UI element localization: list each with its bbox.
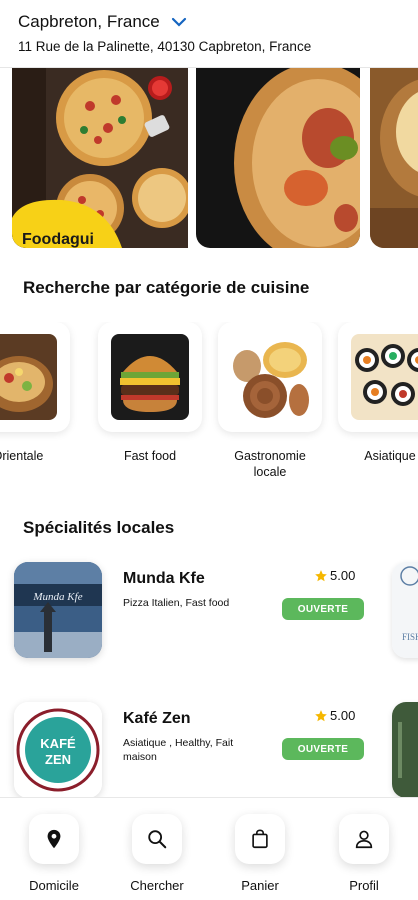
next-restaurant-peek[interactable]: [392, 702, 418, 798]
nav-item-domicile[interactable]: Domicile: [14, 814, 94, 893]
pizza-banner[interactable]: Foodagui: [12, 68, 188, 248]
location-header: Capbreton, France 11 Rue de la Palinette…: [0, 0, 418, 68]
category-card[interactable]: [98, 322, 202, 432]
nav-label[interactable]: Profil: [324, 878, 404, 893]
category-image: [231, 334, 309, 420]
pizza-banner-image: Foodagui: [12, 68, 188, 248]
nav-icon-button[interactable]: [132, 814, 182, 864]
banner-brand-text: Foodagui: [22, 231, 94, 248]
city-label[interactable]: Capbreton, France: [18, 12, 160, 32]
nav-label[interactable]: Domicile: [14, 878, 94, 893]
rating-value: 5.00: [330, 708, 356, 723]
restaurant-tags: Asiatique , Healthy, Fait maison: [123, 737, 234, 763]
chevron-down-icon[interactable]: [170, 13, 188, 31]
nav-label[interactable]: Panier: [220, 878, 300, 893]
category-image: [111, 334, 189, 420]
restaurant-rating: 5.00: [314, 708, 355, 723]
star-icon: [315, 709, 327, 721]
bottom-navigation: Domicile Chercher Panier Profil: [0, 797, 418, 900]
address-label: 11 Rue de la Palinette, 40130 Capbreton,…: [18, 39, 312, 54]
dish-banner-image: [370, 68, 418, 248]
location-pin-icon: [47, 829, 61, 849]
open-status-badge: OUVERTE: [282, 598, 364, 620]
category-card[interactable]: [0, 322, 70, 432]
bread-banner[interactable]: [196, 68, 360, 248]
next-restaurant-peek[interactable]: FISH: [392, 562, 418, 658]
category-fast-food[interactable]: Fast food: [98, 322, 202, 464]
restaurant-logo-text: Munda Kfe: [32, 591, 82, 603]
restaurant-logo[interactable]: Munda Kfe: [14, 562, 102, 658]
nav-icon-button[interactable]: [235, 814, 285, 864]
restaurant-logo-text-bottom: ZEN: [45, 752, 71, 767]
restaurant-logo[interactable]: KAFÉ ZEN: [14, 702, 102, 798]
category-gastronomie-locale[interactable]: Gastronomie locale: [218, 322, 322, 480]
nav-icon-button[interactable]: [29, 814, 79, 864]
dish-banner[interactable]: [370, 68, 418, 248]
categories-carousel[interactable]: Orientale Fast food: [0, 322, 418, 492]
categories-title: Recherche par catégorie de cuisine: [23, 278, 310, 297]
open-status-badge: OUVERTE: [282, 738, 364, 760]
category-label: Fast food: [123, 449, 177, 463]
search-icon: [148, 830, 167, 849]
restaurant-tags: Pizza Italien, Fast food: [123, 597, 230, 609]
category-label: Asiatique: [364, 449, 416, 463]
restaurant-card[interactable]: Munda Kfe Munda Kfe Pizza Italien, Fast …: [0, 562, 418, 672]
restaurant-rating: 5.00: [314, 568, 355, 583]
restaurant-card[interactable]: KAFÉ ZEN Kafé Zen Asiatique , Healthy, F…: [0, 702, 418, 812]
category-orientale[interactable]: Orientale: [0, 322, 70, 464]
specialties-title: Spécialités locales: [23, 518, 175, 537]
restaurant-logo-text-top: KAFÉ: [40, 736, 76, 751]
category-label: Gastronomie locale: [234, 449, 306, 479]
category-card[interactable]: [218, 322, 322, 432]
nav-item-chercher[interactable]: Chercher: [117, 814, 197, 893]
category-label: Orientale: [0, 449, 44, 463]
nav-item-panier[interactable]: Panier: [220, 814, 300, 893]
location-selector[interactable]: Capbreton, France: [18, 12, 188, 32]
nav-label[interactable]: Chercher: [117, 878, 197, 893]
nav-icon-button[interactable]: [339, 814, 389, 864]
shopping-bag-icon: [252, 829, 268, 849]
nav-item-profil[interactable]: Profil: [324, 814, 404, 893]
restaurant-name[interactable]: Munda Kfe: [123, 570, 205, 588]
restaurant-name[interactable]: Kafé Zen: [123, 710, 191, 728]
promo-banner-carousel[interactable]: Foodagui: [0, 68, 418, 248]
bread-banner-image: [196, 68, 360, 248]
rating-value: 5.00: [330, 568, 356, 583]
star-icon: [315, 569, 327, 581]
svg-text:FISH: FISH: [402, 632, 418, 642]
category-card[interactable]: [338, 322, 418, 432]
category-image: [351, 334, 418, 420]
category-asiatique[interactable]: Asiatique: [338, 322, 418, 464]
user-icon: [355, 830, 373, 849]
category-image: [0, 334, 57, 420]
